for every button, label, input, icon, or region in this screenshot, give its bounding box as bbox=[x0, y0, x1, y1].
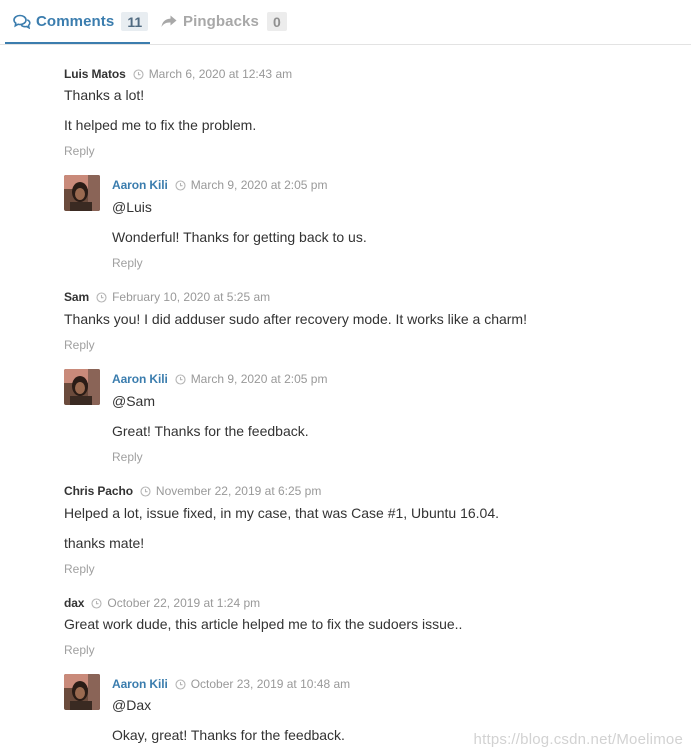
tab-comments[interactable]: Comments 11 bbox=[5, 0, 150, 44]
comment-text: thanks mate! bbox=[64, 535, 145, 551]
reply-link[interactable]: Reply bbox=[64, 562, 95, 576]
comment-author[interactable]: Aaron Kili bbox=[112, 677, 168, 691]
reply-link[interactable]: Reply bbox=[64, 643, 95, 657]
reply-link[interactable]: Reply bbox=[64, 338, 95, 352]
comment-meta: Aaron Kili October 23, 2019 at 10:48 am bbox=[112, 676, 672, 692]
avatar bbox=[64, 674, 100, 710]
tab-pingbacks[interactable]: Pingbacks 0 bbox=[160, 0, 287, 42]
comment: Sam February 10, 2020 at 5:25 am Thanks … bbox=[64, 289, 684, 355]
comment-text: Wonderful! Thanks for getting back to us… bbox=[112, 229, 367, 245]
comment-meta: Luis Matos March 6, 2020 at 12:43 am bbox=[64, 66, 664, 82]
comment-date[interactable]: October 22, 2019 at 1:24 pm bbox=[107, 596, 260, 610]
avatar bbox=[64, 175, 100, 211]
comment: Luis Matos March 6, 2020 at 12:43 am Tha… bbox=[64, 66, 664, 162]
comment-date[interactable]: October 23, 2019 at 10:48 am bbox=[191, 677, 350, 691]
comment-meta: Aaron Kili March 9, 2020 at 2:05 pm bbox=[112, 177, 672, 193]
comment-meta: Aaron Kili March 9, 2020 at 2:05 pm bbox=[112, 371, 672, 387]
comment-date[interactable]: March 9, 2020 at 2:05 pm bbox=[191, 372, 328, 386]
clock-icon bbox=[140, 485, 151, 497]
comment-date[interactable]: November 22, 2019 at 6:25 pm bbox=[156, 484, 321, 498]
avatar bbox=[64, 369, 100, 405]
comment-text: @Dax bbox=[112, 697, 152, 713]
comment-text: @Luis bbox=[112, 199, 152, 215]
comment-text: Okay, great! Thanks for the feedback. bbox=[112, 727, 345, 743]
tab-pingbacks-label: Pingbacks bbox=[183, 12, 259, 30]
comment: Aaron Kili March 9, 2020 at 2:05 pm @Lui… bbox=[112, 177, 672, 273]
comment-meta: dax October 22, 2019 at 1:24 pm bbox=[64, 595, 684, 611]
comment-date[interactable]: March 9, 2020 at 2:05 pm bbox=[191, 178, 328, 192]
comment: Aaron Kili March 9, 2020 at 2:05 pm @Sam… bbox=[112, 371, 672, 467]
comment-text: @Sam bbox=[112, 393, 155, 409]
clock-icon bbox=[91, 597, 102, 609]
tab-comments-label: Comments bbox=[36, 12, 115, 30]
comment-author[interactable]: Sam bbox=[64, 290, 89, 304]
comment-date[interactable]: February 10, 2020 at 5:25 am bbox=[112, 290, 270, 304]
share-arrow-icon bbox=[160, 13, 178, 29]
comment-text: Great! Thanks for the feedback. bbox=[112, 423, 309, 439]
reply-link[interactable]: Reply bbox=[112, 256, 143, 270]
clock-icon bbox=[133, 68, 144, 80]
comment-author[interactable]: dax bbox=[64, 596, 84, 610]
comment-text: Helped a lot, issue fixed, in my case, t… bbox=[64, 505, 500, 521]
comment-author[interactable]: Aaron Kili bbox=[112, 178, 168, 192]
comment-meta: Sam February 10, 2020 at 5:25 am bbox=[64, 289, 684, 305]
comment-tabs: Comments 11 Pingbacks 0 bbox=[0, 0, 691, 45]
clock-icon bbox=[175, 373, 186, 385]
comment-date[interactable]: March 6, 2020 at 12:43 am bbox=[149, 67, 292, 81]
clock-icon bbox=[175, 678, 186, 690]
comment-meta: Chris Pacho November 22, 2019 at 6:25 pm bbox=[64, 483, 684, 499]
comment-text: Great work dude, this article helped me … bbox=[64, 616, 463, 632]
comment-text: Thanks you! I did adduser sudo after rec… bbox=[64, 311, 527, 327]
comment-author[interactable]: Aaron Kili bbox=[112, 372, 168, 386]
clock-icon bbox=[96, 291, 107, 303]
pingbacks-count-badge: 0 bbox=[266, 11, 287, 31]
clock-icon bbox=[175, 179, 186, 191]
comment: Chris Pacho November 22, 2019 at 6:25 pm… bbox=[64, 483, 684, 579]
comments-count-badge: 11 bbox=[121, 11, 149, 31]
reply-link[interactable]: Reply bbox=[112, 450, 143, 464]
comments-icon bbox=[13, 13, 31, 29]
comment-author[interactable]: Chris Pacho bbox=[64, 484, 133, 498]
comment: dax October 22, 2019 at 1:24 pm Great wo… bbox=[64, 595, 684, 661]
comment-author[interactable]: Luis Matos bbox=[64, 67, 126, 81]
watermark: https://blog.csdn.net/Moelimoe bbox=[473, 731, 683, 748]
reply-link[interactable]: Reply bbox=[64, 144, 95, 158]
comment-text: Thanks a lot! bbox=[64, 87, 145, 103]
comment-text: It helped me to fix the problem. bbox=[64, 117, 257, 133]
